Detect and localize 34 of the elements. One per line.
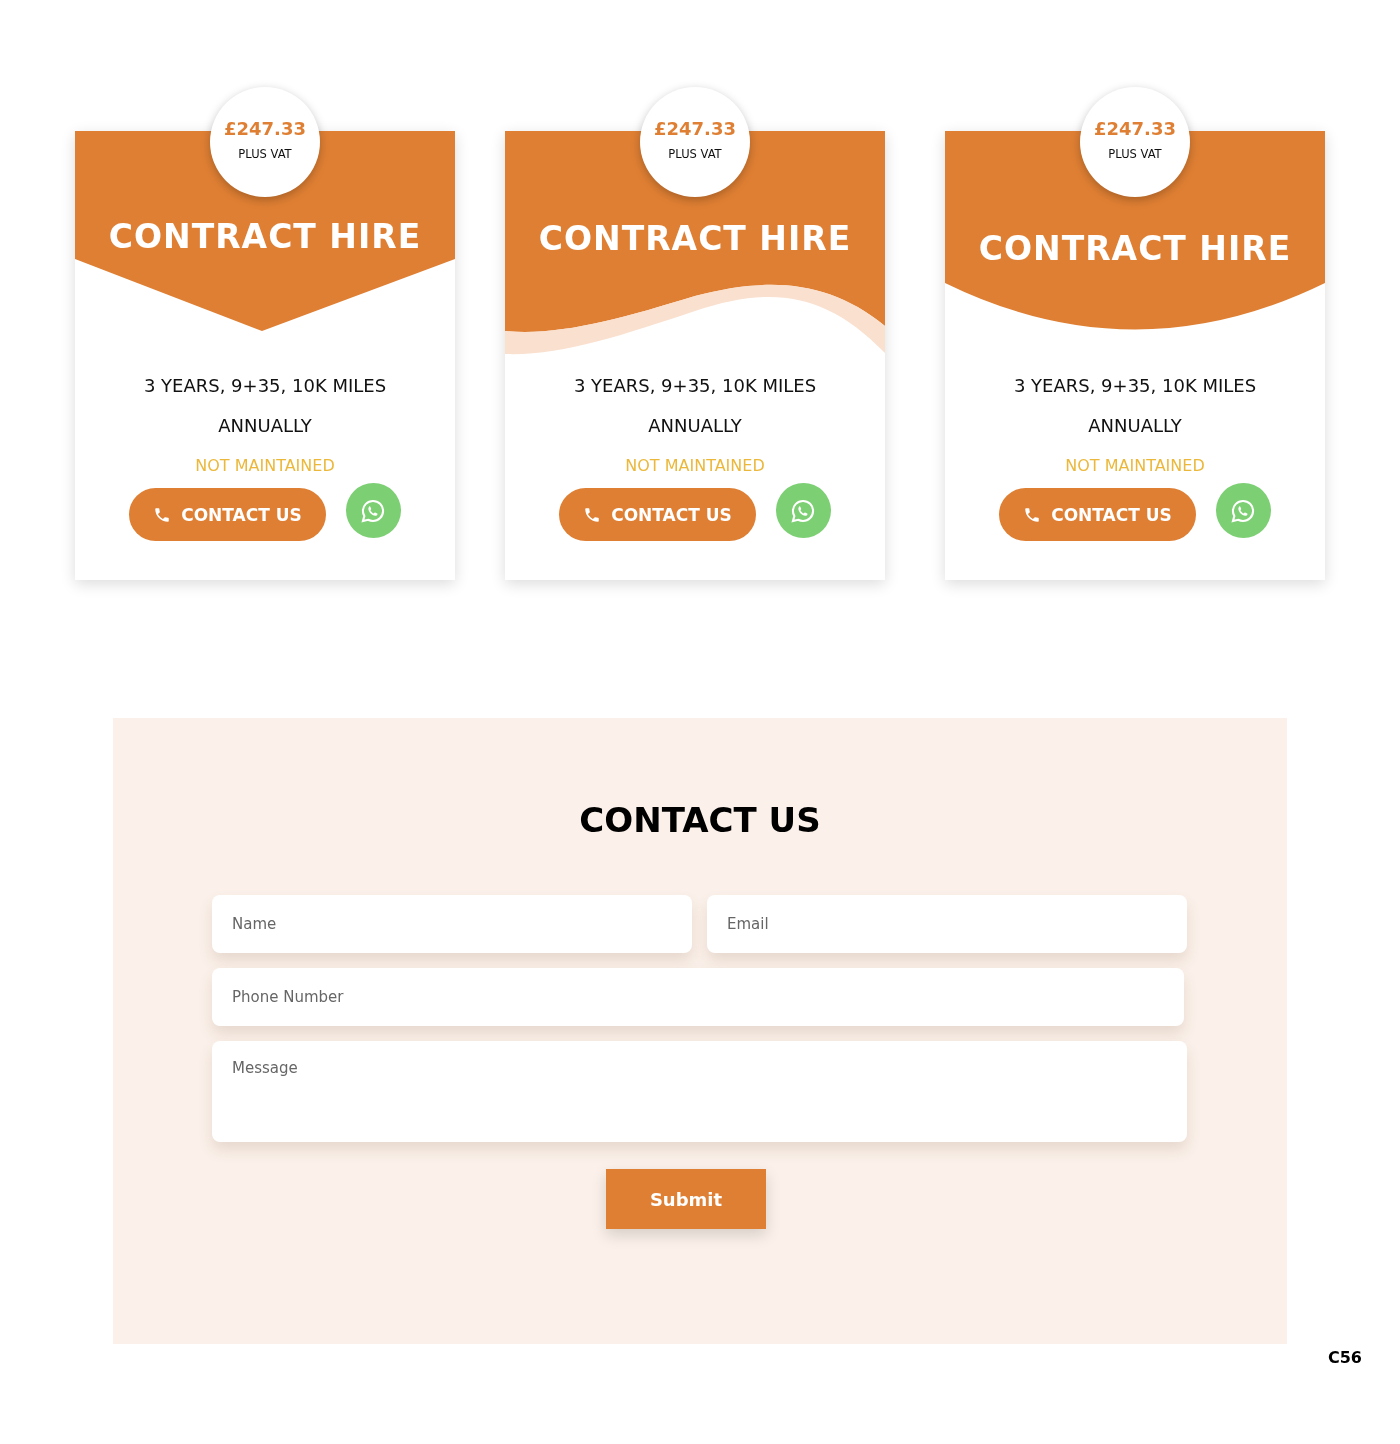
terms-text: 3 YEARS, 9+35, 10K MILES [573,374,817,398]
section-title: CONTACT US [579,800,821,840]
price: £247.33 [224,117,306,139]
card-title: CONTRACT HIRE [537,219,853,258]
chat-button[interactable] [775,483,831,538]
phone-icon [583,505,602,524]
price: £247.33 [1094,117,1176,139]
card-title: CONTRACT HIRE [977,229,1293,268]
price-note: PLUS VAT [1108,146,1162,161]
terms-text: 3 YEARS, 9+35, 10K MILES [143,374,387,398]
phone-icon [1023,505,1042,524]
phone-icon [153,505,172,524]
contact-button[interactable]: CONTACT US [559,488,756,541]
card-title: CONTRACT HIRE [107,217,423,256]
input-field[interactable]: Name [212,895,692,953]
input-field[interactable]: Phone Number [212,968,1184,1026]
contact-button[interactable]: CONTACT US [999,488,1196,541]
maintenance-text: NOT MAINTAINED [625,455,765,477]
terms-text: 3 YEARS, 9+35, 10K MILES [1013,374,1257,398]
input-field[interactable]: Email [707,895,1187,953]
price: £247.33 [654,117,736,139]
maintenance-text: NOT MAINTAINED [1065,455,1205,477]
frequency-text: ANNUALLY [218,414,312,438]
submit-button[interactable]: Submit [606,1169,766,1229]
frequency-text: ANNUALLY [648,414,742,438]
price-note: PLUS VAT [668,146,722,161]
maintenance-text: NOT MAINTAINED [195,455,335,477]
page-code: C56 [1328,1348,1362,1367]
message-field[interactable]: Message [212,1041,1187,1142]
frequency-text: ANNUALLY [1088,414,1182,438]
chat-button[interactable] [345,483,401,538]
contact-button[interactable]: CONTACT US [129,488,326,541]
chat-button[interactable] [1215,483,1271,538]
price-note: PLUS VAT [238,146,292,161]
